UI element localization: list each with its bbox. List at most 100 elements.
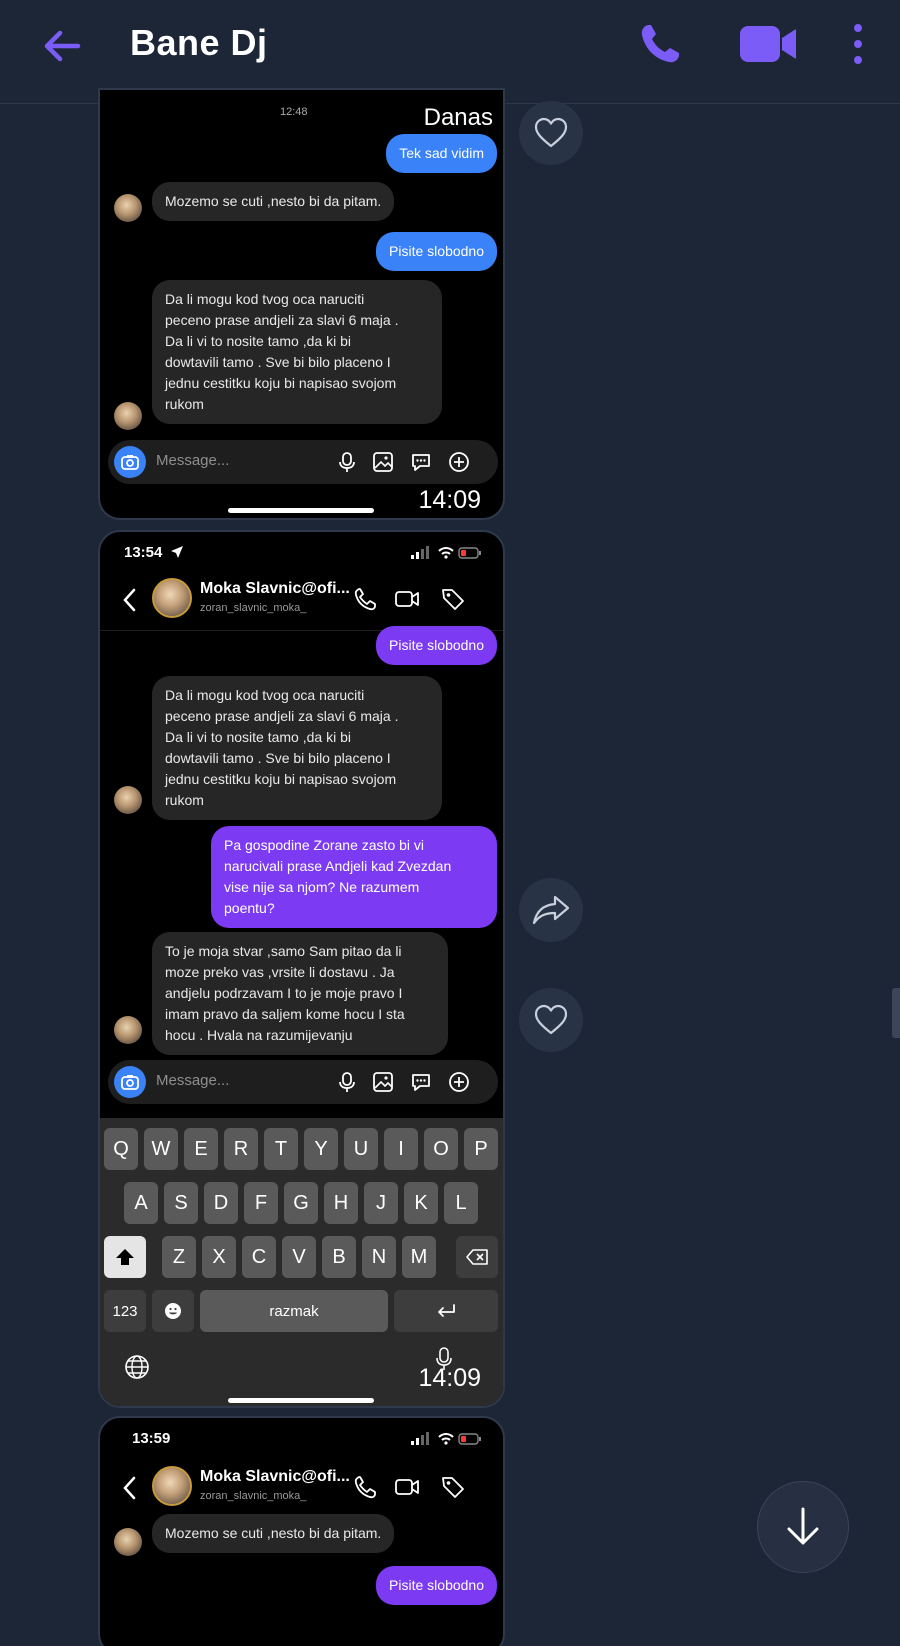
message-line: andjelu podrzavam I to je moje pravo I <box>165 985 403 1001</box>
location-arrow-icon <box>171 546 183 558</box>
key[interactable]: U <box>344 1128 378 1170</box>
gallery-icon[interactable] <box>372 451 394 473</box>
chevron-left-icon[interactable] <box>120 586 140 614</box>
key[interactable]: Q <box>104 1128 138 1170</box>
key[interactable]: O <box>424 1128 458 1170</box>
message-bubble-long: Da li mogu kod tvog oca naruciti peceno … <box>152 676 442 820</box>
key[interactable]: X <box>202 1236 236 1278</box>
message-line: moze preko vas ,vrsite li dostavu . Ja <box>165 964 395 980</box>
phone-icon[interactable] <box>352 1474 378 1500</box>
like-button[interactable] <box>519 988 583 1052</box>
key[interactable]: F <box>244 1182 278 1224</box>
contact-avatar[interactable] <box>152 578 192 618</box>
ig-chat-header: Moka Slavnic@ofi... zoran_slavnic_moka_ <box>100 572 503 632</box>
message-input[interactable]: Message... <box>156 1072 229 1089</box>
scrollbar-handle[interactable] <box>892 988 900 1038</box>
arrow-left-icon[interactable] <box>38 22 86 70</box>
key[interactable]: B <box>322 1236 356 1278</box>
key[interactable]: H <box>324 1182 358 1224</box>
key[interactable]: K <box>404 1182 438 1224</box>
avatar <box>114 1528 142 1556</box>
key[interactable]: S <box>164 1182 198 1224</box>
screenshot-image-2[interactable]: 13:54 Moka Slavnic@ofi... zoran_slavnic_… <box>98 530 505 1408</box>
message-input-bar[interactable]: Message... <box>108 440 498 484</box>
key[interactable]: L <box>444 1182 478 1224</box>
video-camera-icon[interactable] <box>394 1474 420 1500</box>
key[interactable]: P <box>464 1128 498 1170</box>
key[interactable]: T <box>264 1128 298 1170</box>
contact-username: zoran_slavnic_moka_ <box>200 602 307 614</box>
key[interactable]: N <box>362 1236 396 1278</box>
message-line: Da li mogu kod tvog oca naruciti <box>165 291 365 307</box>
space-key[interactable]: razmak <box>200 1290 388 1332</box>
avatar <box>114 194 142 222</box>
backspace-key[interactable] <box>456 1236 498 1278</box>
screenshot-image-1[interactable]: 12:48 Danas Tek sad vidim Mozemo se cuti… <box>98 88 505 520</box>
like-button[interactable] <box>519 101 583 165</box>
message-bubble: Mozemo se cuti ,nesto bi da pitam. <box>152 1514 395 1553</box>
tag-icon[interactable] <box>440 1474 466 1500</box>
shift-key[interactable] <box>104 1236 146 1278</box>
more-vertical-icon[interactable] <box>846 18 870 70</box>
return-key[interactable] <box>394 1290 498 1332</box>
key[interactable]: M <box>402 1236 436 1278</box>
home-indicator <box>228 1398 374 1403</box>
video-camera-icon[interactable] <box>394 586 420 612</box>
status-icons <box>411 1432 481 1445</box>
status-time: 13:54 <box>124 544 163 561</box>
key[interactable]: Y <box>304 1128 338 1170</box>
message-line: imam pravo da saljem kome hocu I sta <box>165 1006 405 1022</box>
message-bubble: Pisite slobodno <box>376 626 497 665</box>
forward-button[interactable] <box>519 878 583 942</box>
microphone-icon[interactable] <box>336 1071 358 1093</box>
key[interactable]: I <box>384 1128 418 1170</box>
key[interactable]: G <box>284 1182 318 1224</box>
key[interactable]: A <box>124 1182 158 1224</box>
screenshot-timestamp: 14:09 <box>418 1364 481 1392</box>
message-bubble: Pisite slobodno <box>376 232 497 271</box>
message-line: rukom <box>165 396 204 412</box>
key[interactable]: R <box>224 1128 258 1170</box>
screenshot-image-3[interactable]: 13:59 Moka Slavnic@ofi... zoran_slavnic_… <box>98 1416 505 1646</box>
message-input[interactable]: Message... <box>156 452 229 469</box>
contact-username: zoran_slavnic_moka_ <box>200 1490 307 1502</box>
key[interactable]: V <box>282 1236 316 1278</box>
arrow-down-icon <box>787 1507 819 1545</box>
numbers-key[interactable]: 123 <box>104 1290 146 1332</box>
contact-avatar[interactable] <box>152 1466 192 1506</box>
key[interactable]: E <box>184 1128 218 1170</box>
camera-icon[interactable] <box>114 1066 146 1098</box>
gallery-icon[interactable] <box>372 1071 394 1093</box>
sticker-icon[interactable] <box>410 451 432 473</box>
home-indicator <box>228 508 374 513</box>
message-line: vise nije sa njom? Ne razumem <box>224 879 420 895</box>
plus-circle-icon[interactable] <box>448 1071 470 1093</box>
key[interactable]: J <box>364 1182 398 1224</box>
message-line: hocu . Hvala na razumijevanju <box>165 1027 353 1043</box>
forward-icon <box>532 895 570 925</box>
tag-icon[interactable] <box>440 586 466 612</box>
phone-icon[interactable] <box>634 18 686 70</box>
message-line: poentu? <box>224 900 275 916</box>
chevron-left-icon[interactable] <box>120 1474 140 1502</box>
camera-icon[interactable] <box>114 446 146 478</box>
video-camera-icon[interactable] <box>738 20 800 68</box>
phone-icon[interactable] <box>352 586 378 612</box>
key[interactable]: C <box>242 1236 276 1278</box>
message-input-bar[interactable]: Message... <box>108 1060 498 1104</box>
microphone-icon[interactable] <box>336 451 358 473</box>
sticker-icon[interactable] <box>410 1071 432 1093</box>
heart-icon <box>534 117 568 148</box>
message-line: dowtavili tamo . Sve bi bilo placeno I <box>165 750 391 766</box>
message-line: peceno prase andjeli za slavi 6 maja . <box>165 312 399 328</box>
scroll-down-button[interactable] <box>757 1481 849 1573</box>
message-line: Da li mogu kod tvog oca naruciti <box>165 687 365 703</box>
key[interactable]: W <box>144 1128 178 1170</box>
emoji-key[interactable] <box>152 1290 194 1332</box>
key[interactable]: D <box>204 1182 238 1224</box>
chat-title: Bane Dj <box>130 22 268 63</box>
ig-chat-header: Moka Slavnic@ofi... zoran_slavnic_moka_ <box>100 1460 503 1520</box>
plus-circle-icon[interactable] <box>448 451 470 473</box>
key[interactable]: Z <box>162 1236 196 1278</box>
globe-icon[interactable] <box>124 1354 150 1380</box>
